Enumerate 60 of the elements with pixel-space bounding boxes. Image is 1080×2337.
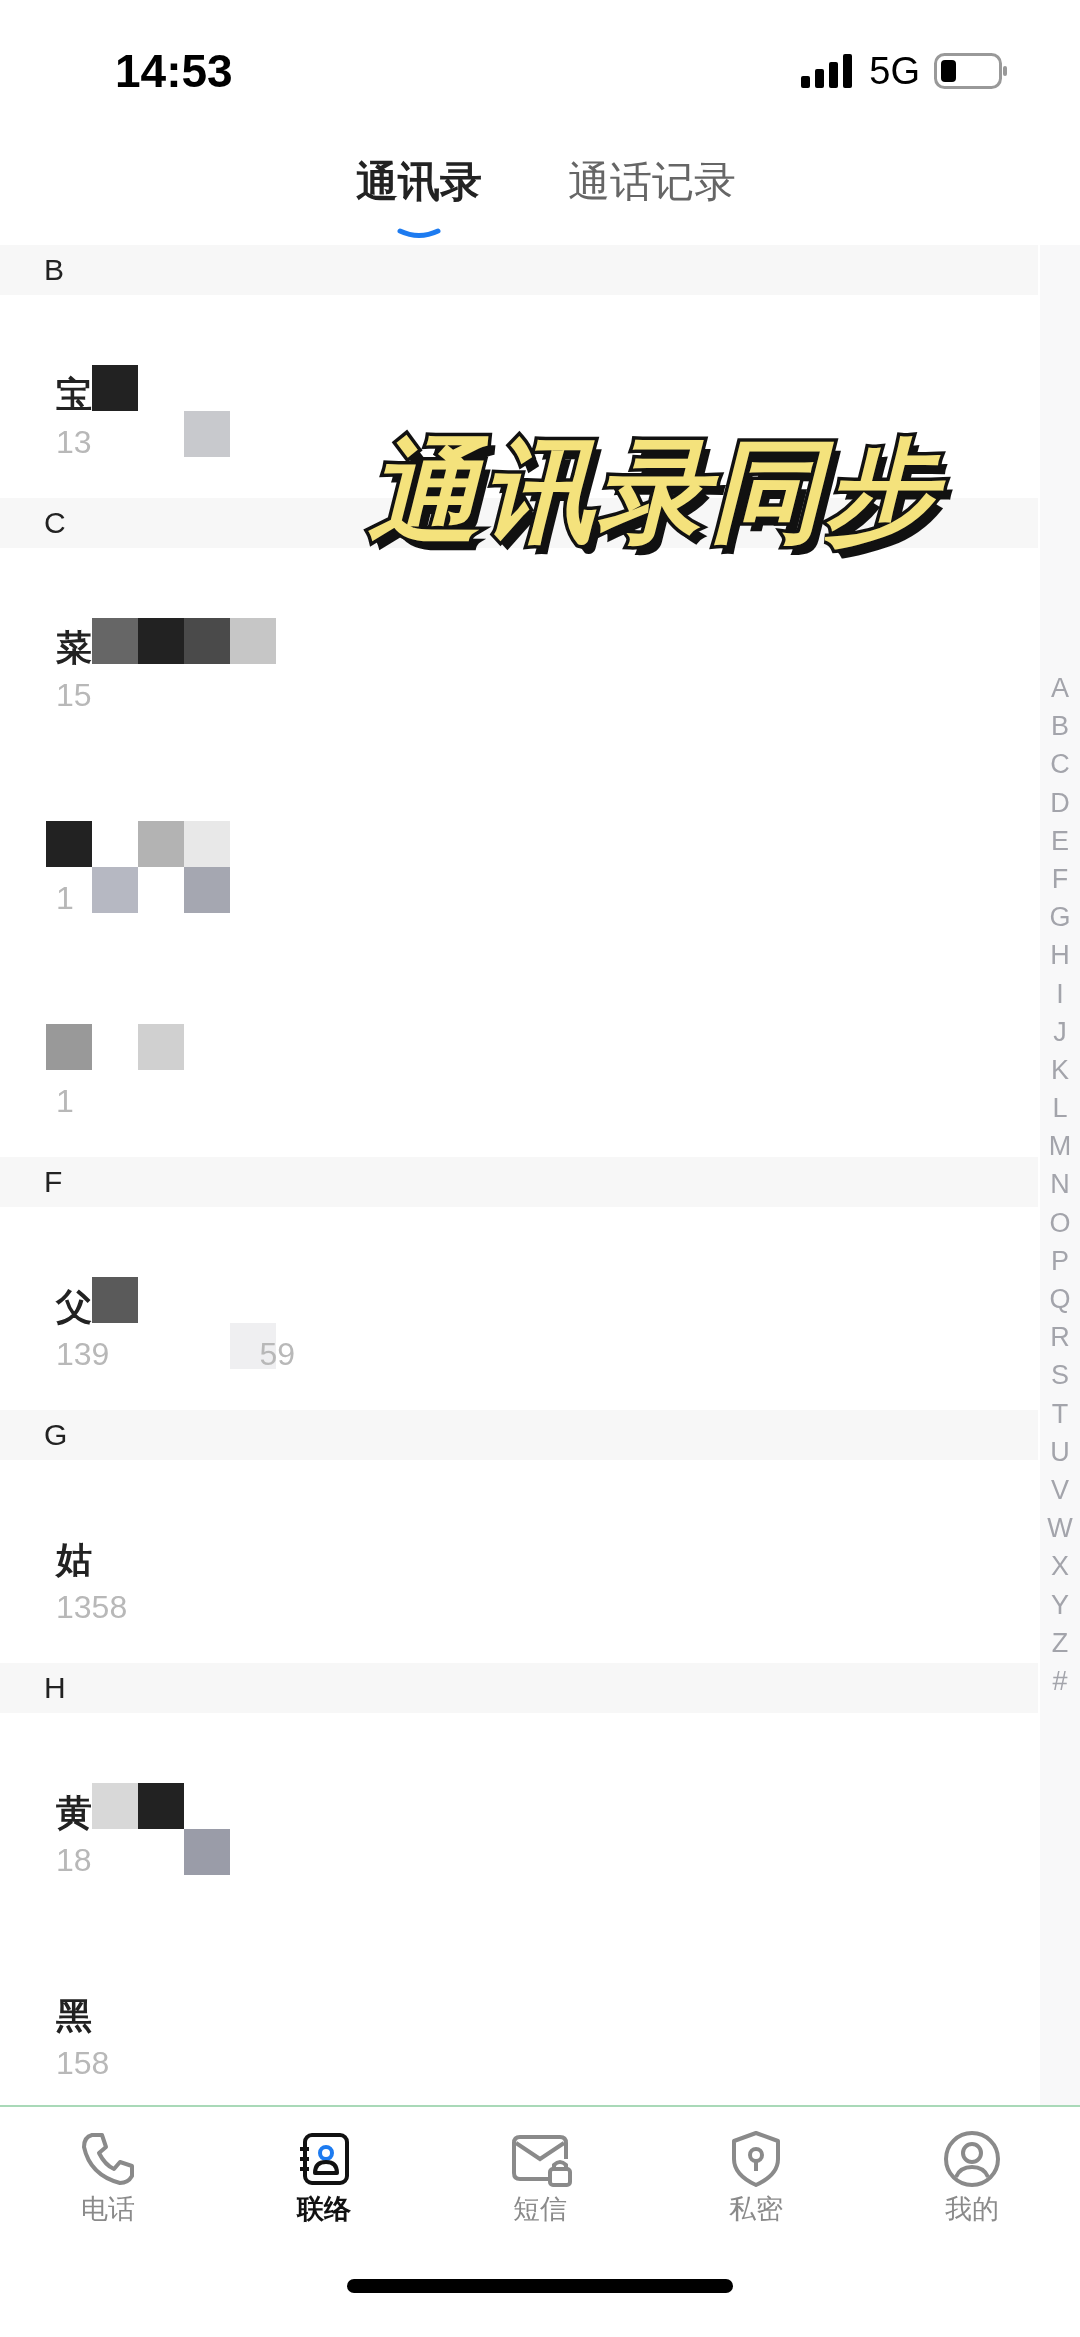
contact-name[interactable]: 菜 [56,623,92,673]
index-letter[interactable]: G [1049,898,1071,937]
index-letter[interactable]: R [1050,1318,1070,1357]
index-letter[interactable]: V [1051,1470,1069,1510]
index-letter[interactable]: B [1051,707,1069,746]
index-letter[interactable]: C [1050,745,1070,784]
index-letter[interactable]: E [1051,821,1069,860]
tab[interactable]: 通讯录 [356,142,482,234]
index-letter[interactable]: F [1051,859,1069,899]
index-letter[interactable]: H [1050,936,1070,975]
section-letter: F [44,1165,63,1199]
index-letter[interactable]: Y [1051,1585,1069,1624]
phone-number: 13 [56,423,92,461]
section-letter: H [44,1671,66,1705]
nav-tab[interactable]: 短信 [432,2129,648,2249]
nav-tab[interactable]: 电话 [0,2129,216,2249]
section-letter: B [44,253,64,287]
index-letter[interactable]: W [1047,1509,1073,1548]
nav-tab[interactable]: 我的 [864,2129,1080,2249]
battery-icon [934,53,1008,89]
contact-name[interactable]: 宝 [56,370,92,420]
index-letter[interactable]: L [1052,1089,1068,1128]
phone-number: 1358 [56,1588,128,1626]
index-letter[interactable]: J [1053,1012,1067,1051]
phone-number: 1 [56,1082,74,1120]
phone-number: 139 [56,1335,110,1373]
index-letter[interactable]: Z [1051,1623,1069,1662]
index-letter[interactable]: D [1050,783,1070,822]
clock-time: 14:53 [115,44,233,98]
index-letter[interactable]: X [1051,1547,1069,1586]
index-letter[interactable]: U [1050,1432,1070,1471]
phone-number: 18 [56,1841,92,1879]
network-label: 5G [869,49,920,93]
nav-tab[interactable]: 联络 [216,2129,432,2249]
contact-name[interactable]: 黄 [56,1788,92,1838]
contact-name[interactable]: 父 [56,1282,92,1332]
phone-number: 1 [56,879,74,917]
contact-name[interactable]: 姑 [56,1535,92,1585]
index-letter[interactable]: K [1051,1050,1069,1090]
index-letter[interactable]: I [1056,974,1064,1013]
index-letter[interactable]: O [1049,1203,1071,1242]
phone-number: 59 [259,1335,295,1373]
index-letter[interactable]: M [1048,1127,1072,1166]
index-letter[interactable]: A [1051,669,1069,708]
index-letter[interactable]: N [1050,1165,1070,1204]
phone-number: 158 [56,2044,110,2082]
nav-tab[interactable]: 私密 [648,2129,864,2249]
index-letter[interactable]: # [1052,1661,1068,1701]
section-letter: C [44,506,66,540]
tab-indicator [397,228,441,240]
index-letter[interactable]: P [1051,1241,1069,1280]
section-letter: G [44,1418,68,1452]
contact-name[interactable]: 黑 [56,1991,92,2041]
index-letter[interactable]: T [1051,1394,1069,1433]
index-letter[interactable]: Q [1049,1280,1071,1319]
phone-number: 15 [56,676,92,714]
user-icon [942,2129,1002,2189]
caption-text: 通讯录同步 [352,405,968,589]
tab[interactable]: 通话记录 [568,142,736,234]
index-letter[interactable]: S [1051,1356,1069,1395]
